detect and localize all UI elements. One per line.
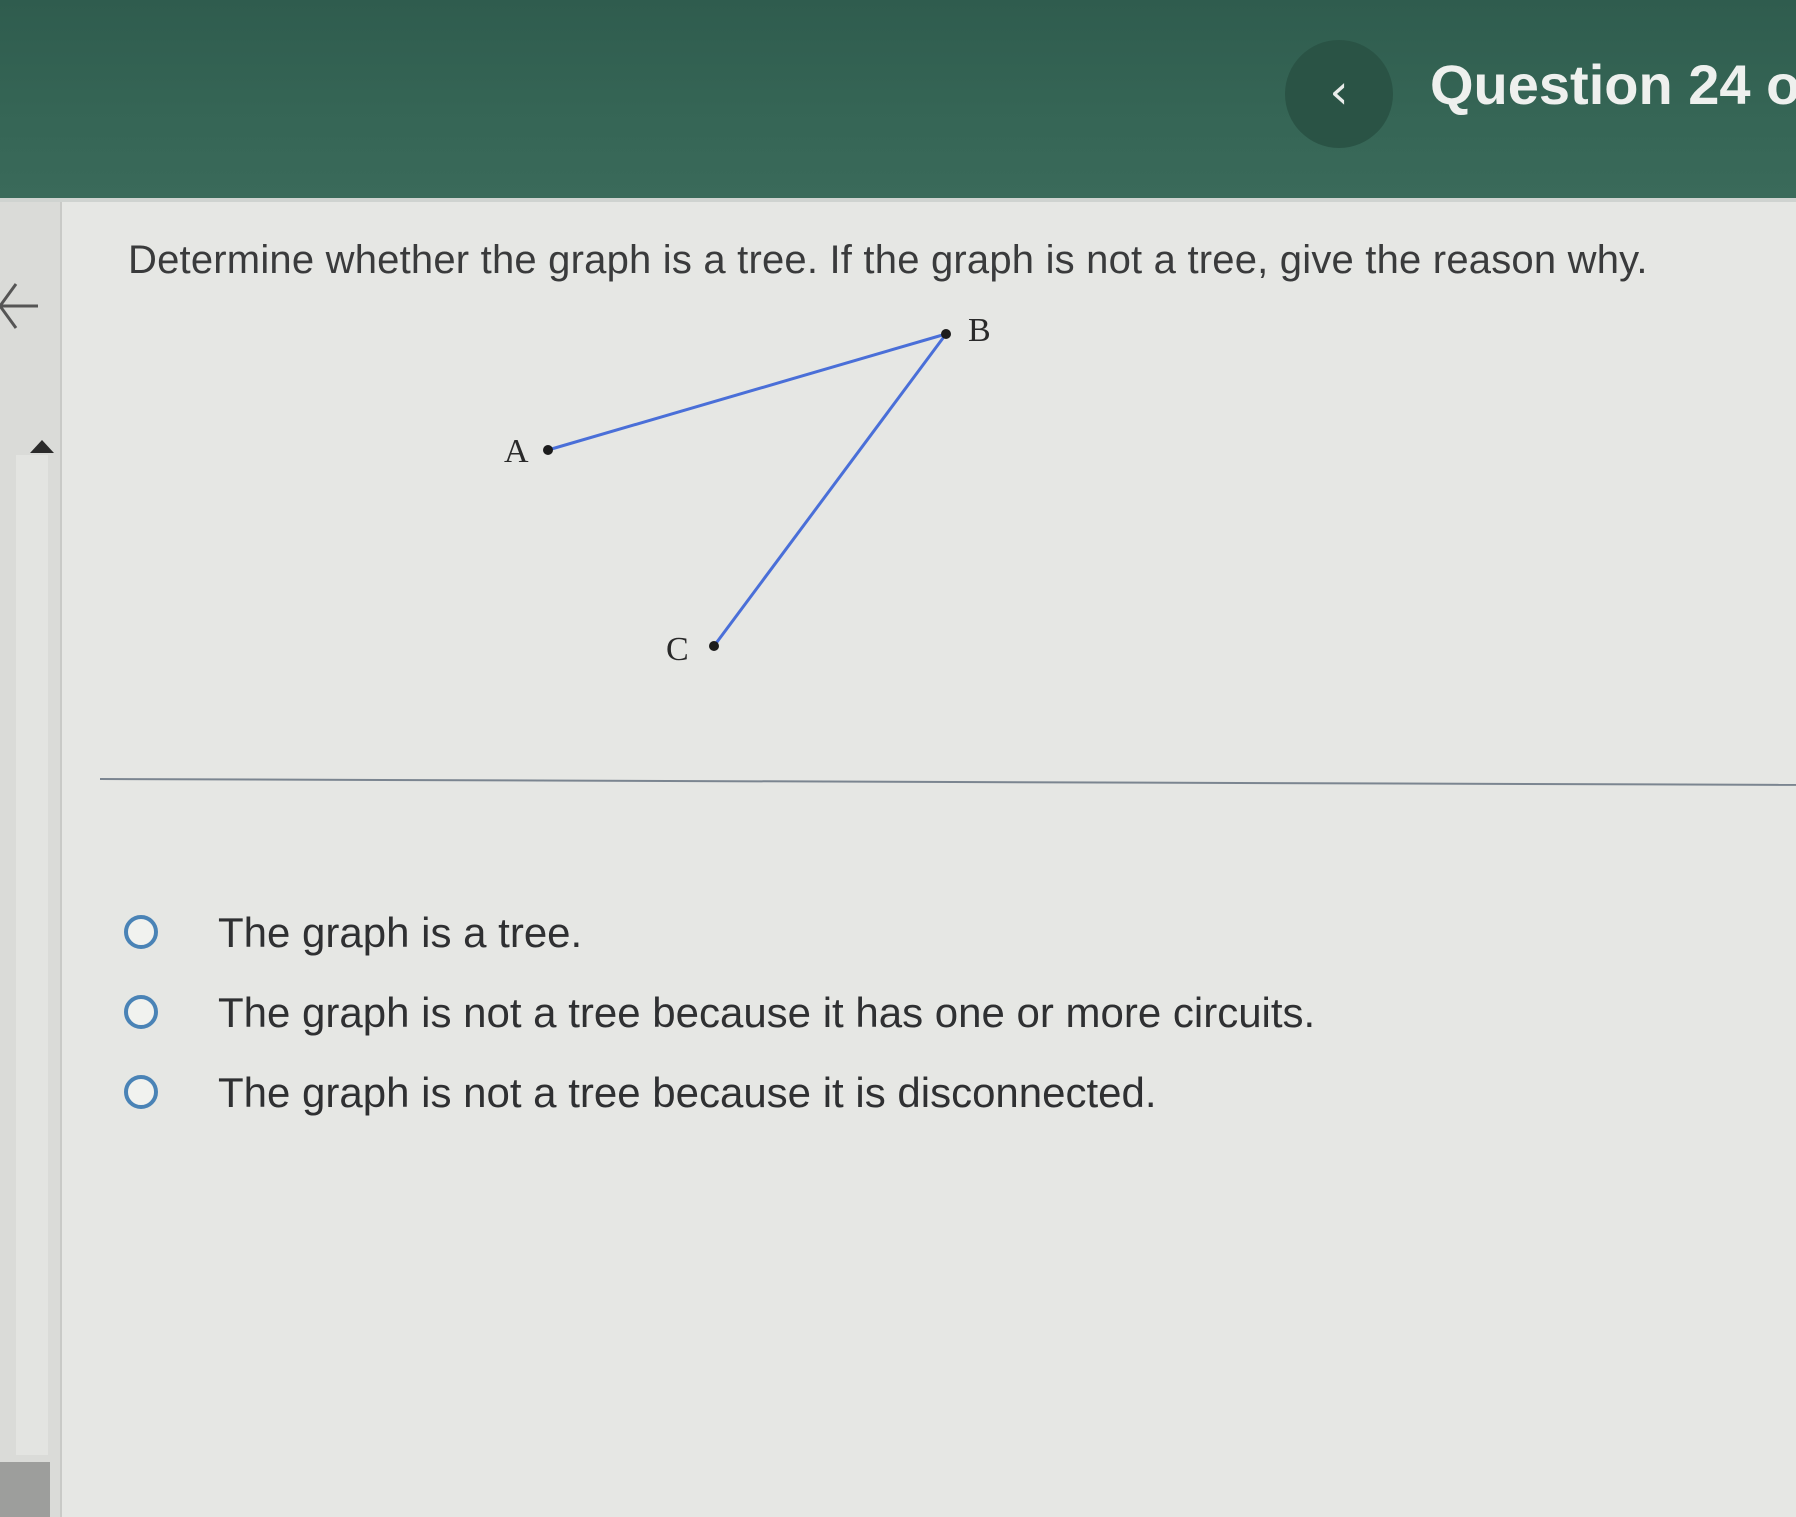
edge-a-b	[547, 332, 947, 452]
scrollbar-track[interactable]	[16, 455, 48, 1455]
radio-button[interactable]	[124, 995, 158, 1029]
graph-figure: A B C	[504, 312, 991, 668]
question-counter: Question 24 o	[1430, 53, 1796, 116]
vertex-a	[543, 445, 553, 455]
top-bar: ‹ Question 24 o	[0, 0, 1796, 198]
vertex-c	[709, 641, 719, 651]
answer-option-label: The graph is not a tree because it is di…	[218, 1069, 1157, 1116]
scroll-up-icon[interactable]	[30, 440, 54, 453]
answer-option-label: The graph is a tree.	[218, 909, 583, 956]
page: ‹ Question 24 o Determine whether the gr…	[0, 0, 1796, 1517]
vertex-label-b: B	[968, 312, 991, 349]
previous-question-button[interactable]: ‹	[1285, 40, 1393, 148]
chevron-left-icon: ‹	[1329, 64, 1349, 120]
top-bar-border	[0, 198, 1796, 202]
section-divider	[99, 778, 1796, 786]
vertex-label-c: C	[666, 631, 689, 668]
answer-option-label: The graph is not a tree because it has o…	[218, 989, 1316, 1036]
radio-button[interactable]	[124, 915, 158, 949]
vertex-label-a: A	[504, 433, 529, 470]
radio-button[interactable]	[124, 1075, 158, 1109]
question-prompt: Determine whether the graph is a tree. I…	[128, 238, 1648, 282]
scrollbar-thumb[interactable]	[0, 1462, 50, 1517]
collapse-panel-icon[interactable]	[0, 278, 40, 338]
vertex-b	[941, 329, 951, 339]
edge-b-c	[712, 333, 948, 647]
